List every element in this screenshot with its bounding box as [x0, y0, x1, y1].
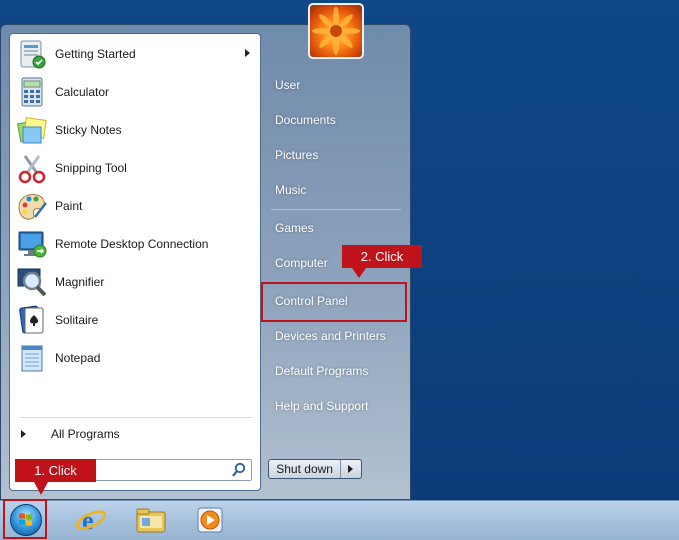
chevron-right-icon: [348, 465, 354, 473]
paint-palette-icon: [15, 189, 49, 223]
program-label: Getting Started: [55, 47, 136, 61]
all-programs-arrow-icon: [21, 430, 26, 438]
windows-logo-icon: [10, 504, 42, 536]
program-label: Solitaire: [55, 313, 99, 327]
start-item-music[interactable]: Music: [275, 180, 306, 200]
user-picture[interactable]: [308, 3, 364, 59]
right-separator: [271, 209, 401, 210]
start-item-help-and-support[interactable]: Help and Support: [275, 396, 368, 416]
shutdown-button[interactable]: Shut down: [269, 460, 342, 478]
search-icon[interactable]: [231, 462, 247, 478]
start-item-documents[interactable]: Documents: [275, 110, 336, 130]
program-label: Calculator: [55, 85, 110, 99]
program-getting-started[interactable]: Getting Started: [12, 36, 258, 72]
remote-desktop-icon: [15, 227, 49, 261]
shutdown-button-group: Shut down: [268, 459, 362, 479]
sticky-notes-icon: [15, 113, 49, 147]
start-item-computer[interactable]: Computer: [275, 253, 328, 273]
calculator-icon: [15, 75, 49, 109]
program-label: Magnifier: [55, 275, 105, 289]
scissors-icon: [15, 151, 49, 185]
start-item-user[interactable]: User: [275, 75, 300, 95]
program-remote-desktop-connection[interactable]: Remote Desktop Connection: [12, 226, 258, 262]
program-magnifier[interactable]: Magnifier: [12, 264, 258, 300]
programs-separator: [20, 417, 252, 418]
program-snipping-tool[interactable]: Snipping Tool: [12, 150, 258, 186]
step-2-callout-pointer: [352, 268, 366, 278]
all-programs-label: All Programs: [51, 427, 120, 441]
program-calculator[interactable]: Calculator: [12, 74, 258, 110]
start-item-devices-and-printers[interactable]: Devices and Printers: [275, 326, 386, 346]
program-sticky-notes[interactable]: Sticky Notes: [12, 112, 258, 148]
program-label: Paint: [55, 199, 83, 213]
shutdown-options-button[interactable]: [341, 460, 361, 478]
program-solitaire[interactable]: Solitaire: [12, 302, 258, 338]
magnifier-icon: [15, 265, 49, 299]
program-label: Sticky Notes: [55, 123, 122, 137]
internet-explorer-icon[interactable]: e: [74, 504, 108, 536]
start-item-pictures[interactable]: Pictures: [275, 145, 318, 165]
getting-started-icon: [15, 37, 49, 71]
program-notepad[interactable]: Notepad: [12, 340, 258, 376]
step-2-callout: 2. Click: [342, 245, 422, 268]
program-label: Snipping Tool: [55, 161, 127, 175]
start-item-games[interactable]: Games: [275, 218, 314, 238]
windows-explorer-icon[interactable]: [134, 504, 168, 536]
playing-card-icon: [15, 303, 49, 337]
program-paint[interactable]: Paint: [12, 188, 258, 224]
programs-pane: Getting Started Calculator Sticky Notes …: [9, 33, 261, 491]
media-player-icon[interactable]: [194, 504, 228, 536]
all-programs-button[interactable]: All Programs: [20, 421, 256, 447]
notepad-icon: [15, 341, 49, 375]
step-1-callout-pointer: [34, 482, 48, 495]
program-label: Remote Desktop Connection: [55, 237, 209, 251]
start-button[interactable]: [3, 499, 47, 539]
start-item-default-programs[interactable]: Default Programs: [275, 361, 368, 381]
svg-text:e: e: [82, 506, 94, 535]
step-1-callout: 1. Click: [15, 459, 96, 482]
control-panel-highlight: [261, 282, 407, 322]
program-label: Notepad: [55, 351, 101, 365]
submenu-arrow-icon: [245, 49, 250, 57]
